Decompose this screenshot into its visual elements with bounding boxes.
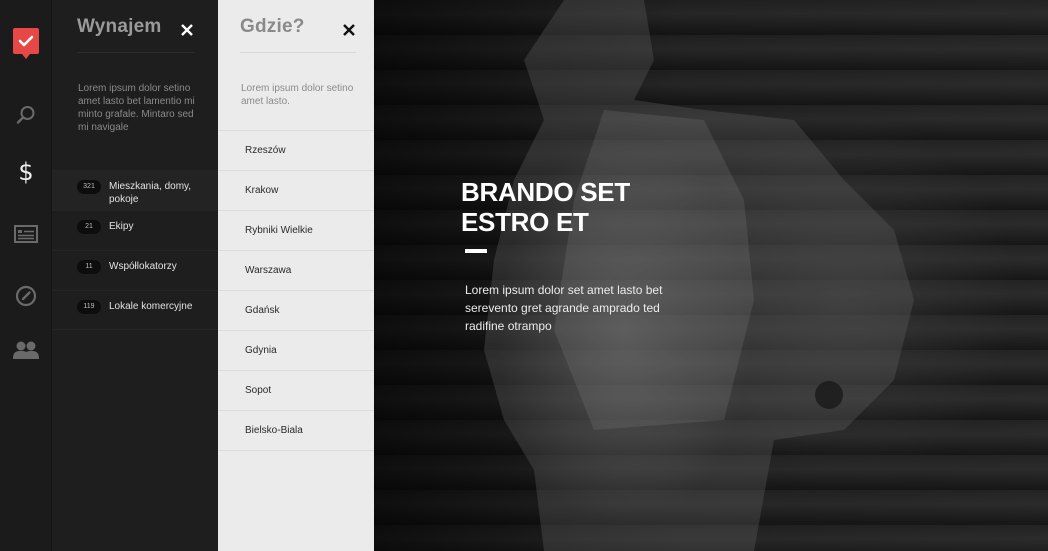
count-badge: 321 [77, 180, 101, 194]
hero-heading-line-1: BRANDO SET [461, 177, 630, 207]
category-panel: Wynajem Lorem ipsum dolor setino amet la… [52, 0, 218, 551]
city-item[interactable]: Rzeszów [218, 131, 374, 171]
city-item[interactable]: Krakow [218, 171, 374, 211]
category-panel-close-button[interactable] [179, 22, 195, 38]
count-badge: 21 [77, 220, 101, 234]
rail-search-button[interactable] [0, 95, 52, 135]
location-panel-description: Lorem ipsum dolor setino amet lasto. [241, 83, 354, 107]
city-item[interactable]: Sopot [218, 371, 374, 411]
rail-stats-button[interactable] [0, 276, 52, 316]
hero-photo [484, 0, 914, 551]
list-item[interactable]: 11 Współlokatorzy [52, 250, 218, 290]
list-item[interactable]: 119 Lokale komercyjne [52, 290, 218, 330]
hero-divider [465, 249, 487, 253]
gauge-icon [15, 285, 37, 307]
city-item[interactable]: Bielsko-Biala [218, 411, 374, 451]
rail-price-button[interactable]: $ [0, 152, 52, 192]
close-icon [343, 24, 355, 36]
category-label: Lokale komercyjne [109, 301, 193, 312]
category-label: Mieszkania, domy, pokoje [109, 181, 192, 205]
hero-heading: BRANDO SET ESTRO ET [461, 177, 701, 237]
users-icon [13, 341, 39, 359]
icon-sidebar: $ [0, 0, 52, 551]
dollar-icon: $ [18, 158, 34, 186]
list-item[interactable]: 321 Mieszkania, domy, pokoje [52, 170, 218, 210]
city-list: Rzeszów Krakow Rybniki Wielkie Warszawa … [218, 130, 374, 451]
city-item[interactable]: Rybniki Wielkie [218, 211, 374, 251]
city-item[interactable]: Warszawa [218, 251, 374, 291]
category-list: 321 Mieszkania, domy, pokoje 21 Ekipy 11… [52, 170, 218, 330]
count-badge: 119 [77, 300, 101, 314]
count-badge: 11 [77, 260, 101, 274]
rail-users-button[interactable] [0, 330, 52, 370]
location-panel-title: Gdzie? [240, 16, 305, 37]
hero-banner: BRANDO SET ESTRO ET Lorem ipsum dolor se… [374, 0, 1048, 551]
logo[interactable] [13, 28, 39, 59]
city-item[interactable]: Gdańsk [218, 291, 374, 331]
city-item[interactable]: Gdynia [218, 331, 374, 371]
category-panel-header: Wynajem [77, 16, 194, 53]
close-icon [181, 24, 193, 36]
location-panel-close-button[interactable] [341, 22, 357, 38]
category-panel-description: Lorem ipsum dolor setino amet lasto bet … [78, 83, 195, 133]
category-label: Współlokatorzy [109, 261, 177, 272]
check-icon [18, 35, 34, 47]
category-panel-title: Wynajem [77, 16, 162, 37]
location-panel-header: Gdzie? [240, 16, 356, 53]
hero-heading-line-2: ESTRO ET [461, 207, 589, 237]
category-label: Ekipy [109, 221, 134, 232]
list-item[interactable]: 21 Ekipy [52, 210, 218, 250]
rail-listings-button[interactable] [0, 214, 52, 254]
list-card-icon [14, 225, 38, 243]
search-icon [16, 106, 35, 124]
hero-text: Lorem ipsum dolor set amet lasto bet ser… [465, 283, 663, 333]
location-panel: Gdzie? Lorem ipsum dolor setino amet las… [218, 0, 374, 551]
